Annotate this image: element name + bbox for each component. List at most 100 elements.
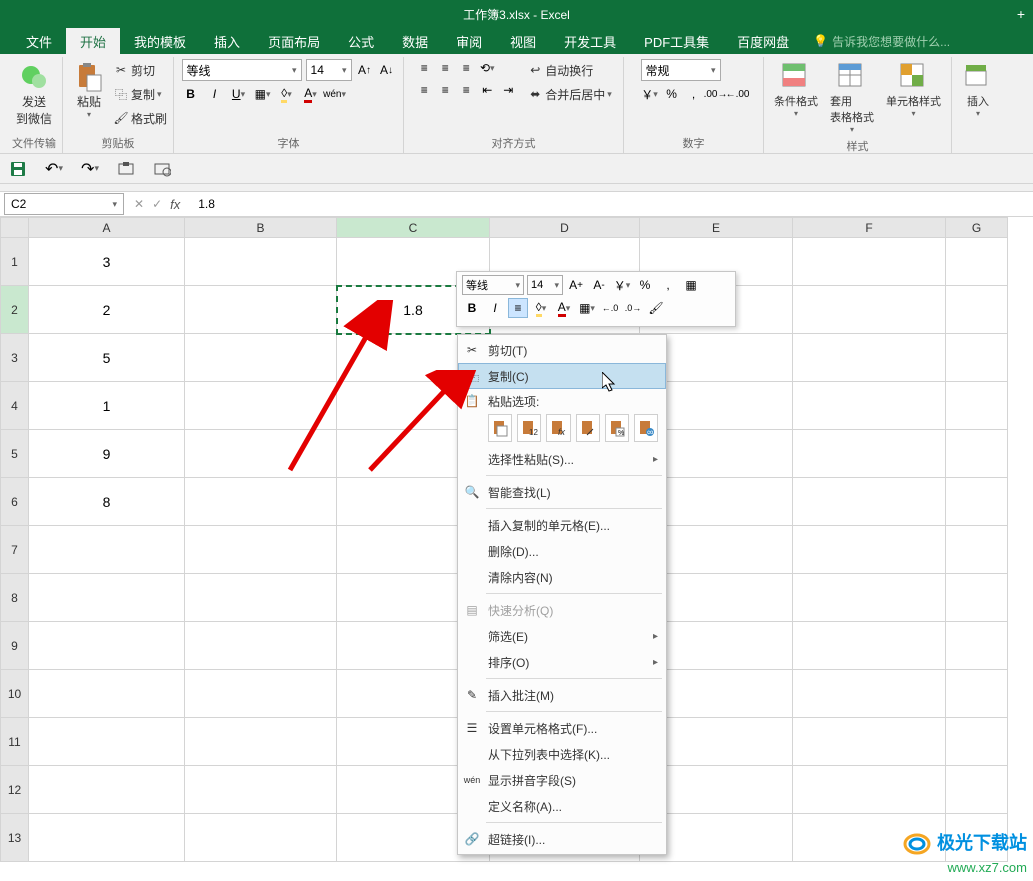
cell-B10[interactable] — [185, 670, 337, 718]
plus-icon[interactable]: + — [1017, 6, 1025, 22]
tab-review[interactable]: 审阅 — [442, 28, 496, 54]
ctx-insert-cells[interactable]: 插入复制的单元格(E)... — [458, 512, 666, 538]
mini-italic-icon[interactable]: I — [485, 298, 505, 318]
cell-G12[interactable] — [946, 766, 1008, 814]
qat-icon-2[interactable] — [152, 159, 172, 179]
redo-icon[interactable]: ↷ ▾ — [80, 159, 100, 179]
format-painter-button[interactable]: 🖌格式刷 — [113, 107, 167, 129]
ctx-dropdown-select[interactable]: 从下拉列表中选择(K)... — [458, 741, 666, 767]
cell-A6[interactable]: 8 — [29, 478, 185, 526]
orientation-icon[interactable]: ⟲▾ — [478, 59, 496, 77]
save-icon[interactable] — [8, 159, 28, 179]
mini-size-select[interactable]: 14▾ — [527, 275, 563, 295]
cell-A3[interactable]: 5 — [29, 334, 185, 382]
cell-F6[interactable] — [793, 478, 946, 526]
cell-B4[interactable] — [185, 382, 337, 430]
mini-bold-icon[interactable]: B — [462, 298, 482, 318]
ctx-define-name[interactable]: 定义名称(A)... — [458, 793, 666, 819]
mini-percent-icon[interactable]: % — [635, 275, 655, 295]
align-bottom-icon[interactable]: ≡ — [457, 59, 475, 77]
row-header-10[interactable]: 10 — [1, 670, 29, 718]
indent-dec-icon[interactable]: ⇤ — [478, 81, 496, 99]
wechat-send-button[interactable]: 发送 到微信 — [12, 59, 56, 129]
cell-F9[interactable] — [793, 622, 946, 670]
mini-dec-font-icon[interactable]: A- — [589, 275, 609, 295]
mini-currency-icon[interactable]: ￥▾ — [612, 275, 632, 295]
paste-opt-format[interactable]: % — [605, 414, 629, 442]
wrap-text-button[interactable]: ↩自动换行 — [527, 59, 612, 81]
tab-formula[interactable]: 公式 — [334, 28, 388, 54]
bold-button[interactable]: B — [182, 85, 200, 103]
currency-icon[interactable]: ￥▾ — [641, 85, 659, 103]
cell-F5[interactable] — [793, 430, 946, 478]
mini-font-color-icon[interactable]: A▾ — [554, 298, 574, 318]
tab-layout[interactable]: 页面布局 — [254, 28, 334, 54]
cell-A8[interactable] — [29, 574, 185, 622]
row-header-5[interactable]: 5 — [1, 430, 29, 478]
col-header-C[interactable]: C — [337, 218, 490, 238]
cancel-formula-icon[interactable]: ✕ — [134, 197, 144, 211]
row-header-6[interactable]: 6 — [1, 478, 29, 526]
tab-pdf[interactable]: PDF工具集 — [630, 28, 723, 54]
cell-B13[interactable] — [185, 814, 337, 862]
cell-A2[interactable]: 2 — [29, 286, 185, 334]
cell-G11[interactable] — [946, 718, 1008, 766]
mini-font-select[interactable]: 等线▾ — [462, 275, 524, 295]
font-name-select[interactable]: 等线▾ — [182, 59, 302, 81]
tell-me[interactable]: 💡 告诉我您想要做什么... — [813, 33, 950, 50]
cell-G7[interactable] — [946, 526, 1008, 574]
cell-A10[interactable] — [29, 670, 185, 718]
align-right-icon[interactable]: ≡ — [457, 81, 475, 99]
row-header-8[interactable]: 8 — [1, 574, 29, 622]
cell-G5[interactable] — [946, 430, 1008, 478]
comma-icon[interactable]: , — [685, 85, 703, 103]
indent-inc-icon[interactable]: ⇥ — [499, 81, 517, 99]
cell-F3[interactable] — [793, 334, 946, 382]
cell-B2[interactable] — [185, 286, 337, 334]
cell-A5[interactable]: 9 — [29, 430, 185, 478]
cell-B1[interactable] — [185, 238, 337, 286]
number-format-select[interactable]: 常规▾ — [641, 59, 721, 81]
merge-center-button[interactable]: ⬌合并后居中▾ — [527, 83, 612, 105]
pinyin-button[interactable]: wén▾ — [326, 85, 344, 103]
ctx-format-cells[interactable]: ☰设置单元格格式(F)... — [458, 715, 666, 741]
cell-A1[interactable]: 3 — [29, 238, 185, 286]
row-header-11[interactable]: 11 — [1, 718, 29, 766]
table-format-button[interactable]: 套用 表格格式▾ — [826, 59, 878, 136]
insert-cells-button[interactable]: 插入▾ — [958, 59, 998, 120]
paste-opt-formulas[interactable]: fx — [546, 414, 570, 442]
cell-F1[interactable] — [793, 238, 946, 286]
ctx-copy[interactable]: ⿻复制(C) — [458, 363, 666, 389]
cell-A4[interactable]: 1 — [29, 382, 185, 430]
cell-F2[interactable] — [793, 286, 946, 334]
cell-F4[interactable] — [793, 382, 946, 430]
select-all-corner[interactable] — [1, 218, 29, 238]
cell-F7[interactable] — [793, 526, 946, 574]
ctx-filter[interactable]: 筛选(E)▸ — [458, 623, 666, 649]
ctx-sort[interactable]: 排序(O)▸ — [458, 649, 666, 675]
cell-A13[interactable] — [29, 814, 185, 862]
row-header-3[interactable]: 3 — [1, 334, 29, 382]
row-header-2[interactable]: 2 — [1, 286, 29, 334]
cut-button[interactable]: ✂剪切 — [113, 59, 167, 81]
cell-F10[interactable] — [793, 670, 946, 718]
tab-dev[interactable]: 开发工具 — [550, 28, 630, 54]
increase-font-icon[interactable]: A↑ — [356, 61, 374, 79]
fill-color-button[interactable]: ◊▾ — [278, 85, 296, 103]
ctx-hyperlink[interactable]: 🔗超链接(I)... — [458, 826, 666, 852]
name-box[interactable]: C2▾ — [4, 193, 124, 215]
cell-G10[interactable] — [946, 670, 1008, 718]
col-header-B[interactable]: B — [185, 218, 337, 238]
cell-B8[interactable] — [185, 574, 337, 622]
row-header-12[interactable]: 12 — [1, 766, 29, 814]
cell-B7[interactable] — [185, 526, 337, 574]
ctx-show-pinyin[interactable]: wén显示拼音字段(S) — [458, 767, 666, 793]
cell-F8[interactable] — [793, 574, 946, 622]
row-header-4[interactable]: 4 — [1, 382, 29, 430]
tab-baidu[interactable]: 百度网盘 — [723, 28, 803, 54]
mini-format-painter-icon[interactable]: 🖌 — [646, 298, 666, 318]
cell-B3[interactable] — [185, 334, 337, 382]
copy-button[interactable]: ⿻复制▾ — [113, 83, 167, 105]
align-center-icon[interactable]: ≡ — [436, 81, 454, 99]
paste-opt-normal[interactable] — [488, 414, 512, 442]
